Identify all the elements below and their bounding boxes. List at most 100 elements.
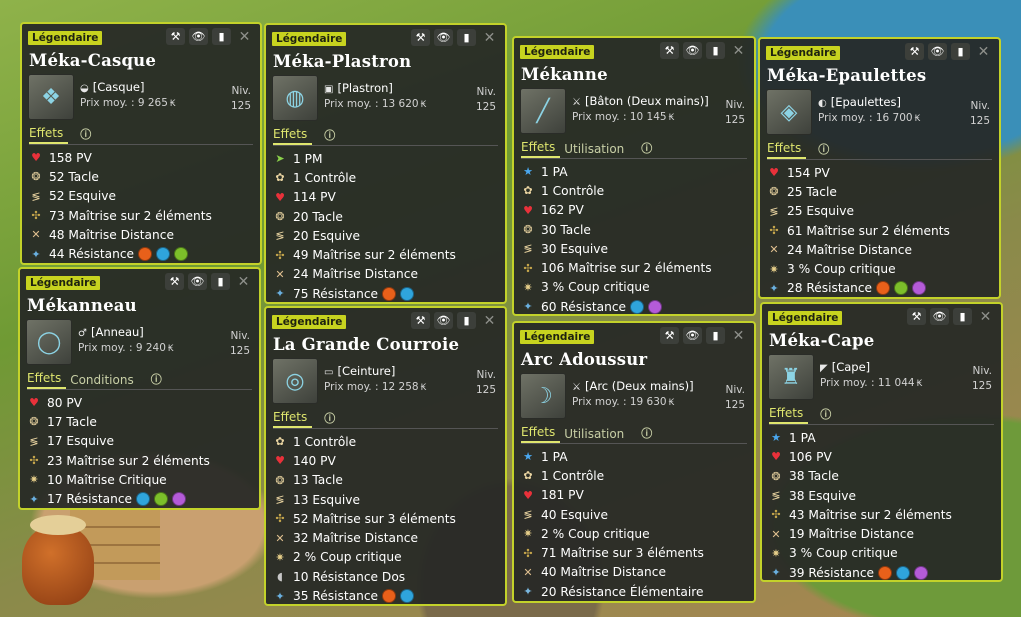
item-type: ◒ [Casque]	[80, 80, 144, 94]
preview-eye-button[interactable]: 👁	[434, 29, 453, 46]
pv-stat-icon: ♥	[29, 396, 39, 410]
eye-icon: 👁	[436, 314, 451, 327]
pv-stat-icon: ♥	[523, 488, 533, 502]
craft-recipe-button[interactable]: ⚒	[907, 308, 926, 325]
stat-text: 60 Résistance	[541, 299, 627, 314]
info-icon[interactable]: ⓘ	[820, 406, 836, 424]
stat-text: 106 Maîtrise sur 2 éléments	[541, 261, 712, 276]
close-button[interactable]: ✕	[480, 29, 499, 46]
stat-row: ✣ 23 Maîtrise sur 2 éléments	[27, 451, 259, 470]
close-button[interactable]: ✕	[974, 43, 993, 60]
tab-effets[interactable]: Effets	[769, 406, 809, 424]
item-summary: ☽ ⚔ [Arc (Deux mains)] Prix moy. : 19 630 ₭ N…	[514, 371, 754, 421]
item-type: ♂ [Anneau]	[78, 325, 144, 339]
pa-stat-icon: ★	[523, 165, 533, 179]
close-icon: ✕	[732, 327, 745, 344]
fire-element-icon	[382, 286, 397, 301]
tab-effets[interactable]: Effets	[29, 126, 69, 144]
craft-recipe-button[interactable]: ⚒	[660, 327, 679, 344]
belt-icon: ▭	[324, 367, 334, 378]
stat-row: ✿ 1 Contrôle	[273, 168, 505, 187]
encyclopedia-button[interactable]: ▮	[953, 308, 972, 325]
close-button[interactable]: ✕	[235, 28, 254, 45]
craft-recipe-button[interactable]: ⚒	[411, 29, 430, 46]
item-summary: ◯ ♂ [Anneau] Prix moy. : 9 240 ₭ Niv. 125	[20, 317, 259, 367]
tab-conditions[interactable]: Conditions	[70, 373, 139, 389]
tab-effets[interactable]: Effets	[521, 140, 561, 158]
stat-text: 75 Résistance	[293, 286, 379, 301]
price-value: 10 145	[629, 111, 667, 123]
stat-row: ✕ 48 Maîtrise Distance	[29, 225, 260, 244]
esquive-stat-icon: ≶	[523, 242, 533, 256]
price-label: Prix moy. :	[80, 97, 135, 109]
stat-row: ❂ 52 Tacle	[29, 167, 260, 186]
stat-text: 13 Tacle	[293, 473, 343, 488]
tab-effets[interactable]: Effets	[273, 127, 313, 145]
preview-eye-button[interactable]: 👁	[930, 308, 949, 325]
tab-effets[interactable]: Effets	[521, 425, 561, 443]
preview-eye-button[interactable]: 👁	[188, 273, 207, 290]
craft-recipe-button[interactable]: ⚒	[905, 43, 924, 60]
info-icon[interactable]: ⓘ	[641, 140, 657, 158]
distance-stat-icon: ✕	[523, 565, 533, 579]
craft-recipe-button[interactable]: ⚒	[166, 28, 185, 45]
close-button[interactable]: ✕	[729, 42, 748, 59]
info-icon[interactable]: ⓘ	[151, 371, 167, 389]
close-icon: ✕	[977, 43, 990, 60]
close-button[interactable]: ✕	[729, 327, 748, 344]
encyclopedia-button[interactable]: ▮	[211, 273, 230, 290]
preview-eye-button[interactable]: 👁	[683, 42, 702, 59]
encyclopedia-button[interactable]: ▮	[951, 43, 970, 60]
craft-recipe-button[interactable]: ⚒	[411, 312, 430, 329]
tacle-stat-icon: ❂	[771, 469, 781, 483]
stat-row: ♥ 140 PV	[273, 451, 505, 470]
item-summary: ❖ ◒ [Casque] Prix moy. : 9 265 ₭ Niv. 125	[22, 72, 260, 122]
level-label: Niv.	[970, 100, 990, 112]
air-element-icon	[172, 492, 187, 507]
close-icon: ✕	[238, 28, 251, 45]
preview-eye-button[interactable]: 👁	[683, 327, 702, 344]
item-name: Méka-Casque	[29, 51, 157, 70]
tooltip-tabs: Effets ⓘ	[273, 410, 498, 429]
tab-effets[interactable]: Effets	[273, 410, 313, 428]
encyclopedia-button[interactable]: ▮	[457, 312, 476, 329]
encyclopedia-button[interactable]: ▮	[706, 42, 725, 59]
rarity-badge: Légendaire	[272, 32, 347, 46]
info-icon[interactable]: ⓘ	[818, 141, 834, 159]
craft-recipe-button[interactable]: ⚒	[660, 42, 679, 59]
tacle-stat-icon: ❂	[29, 415, 39, 429]
level-value: 125	[475, 101, 496, 113]
preview-eye-button[interactable]: 👁	[189, 28, 208, 45]
tab-effets[interactable]: Effets	[27, 371, 67, 389]
level-label: Niv.	[476, 86, 496, 98]
encyclopedia-button[interactable]: ▮	[212, 28, 231, 45]
craft-recipe-button[interactable]: ⚒	[165, 273, 184, 290]
close-button[interactable]: ✕	[234, 273, 253, 290]
item-tooltip: Légendaire ⚒ 👁 ▮ ✕ Mékanne ╱ ⚔ [Bâton (Deux main…	[512, 36, 756, 316]
info-icon[interactable]: ⓘ	[324, 127, 340, 145]
preview-eye-button[interactable]: 👁	[928, 43, 947, 60]
stat-list: ✿ 1 Contrôle ♥ 140 PV ❂ 13 Tacle ≶ 13 Esquive ✣ 5…	[266, 432, 505, 606]
close-button[interactable]: ✕	[976, 308, 995, 325]
preview-eye-button[interactable]: 👁	[434, 312, 453, 329]
stat-row: ✷ 2 % Coup critique	[273, 548, 505, 567]
encyclopedia-button[interactable]: ▮	[706, 327, 725, 344]
tab-utilisation[interactable]: Utilisation	[564, 142, 629, 158]
bow-icon: ⚔	[572, 382, 581, 393]
stat-text: 49 Maîtrise sur 2 éléments	[293, 248, 456, 263]
info-icon[interactable]: ⓘ	[641, 425, 657, 443]
tab-utilisation[interactable]: Utilisation	[564, 427, 629, 443]
stat-row: ✕ 19 Maîtrise Distance	[769, 524, 1001, 543]
tab-effets[interactable]: Effets	[767, 141, 807, 159]
close-button[interactable]: ✕	[480, 312, 499, 329]
stat-text: 1 Contrôle	[293, 434, 357, 449]
air-element-icon	[914, 565, 929, 580]
info-icon[interactable]: ⓘ	[80, 126, 96, 144]
controle-stat-icon: ✿	[523, 184, 533, 198]
distance-stat-icon: ✕	[769, 243, 779, 257]
encyclopedia-button[interactable]: ▮	[457, 29, 476, 46]
distance-stat-icon: ✕	[275, 267, 285, 281]
stat-row: ✦ 75 Résistance	[273, 284, 505, 303]
info-icon[interactable]: ⓘ	[324, 410, 340, 428]
earth-element-icon	[154, 492, 169, 507]
